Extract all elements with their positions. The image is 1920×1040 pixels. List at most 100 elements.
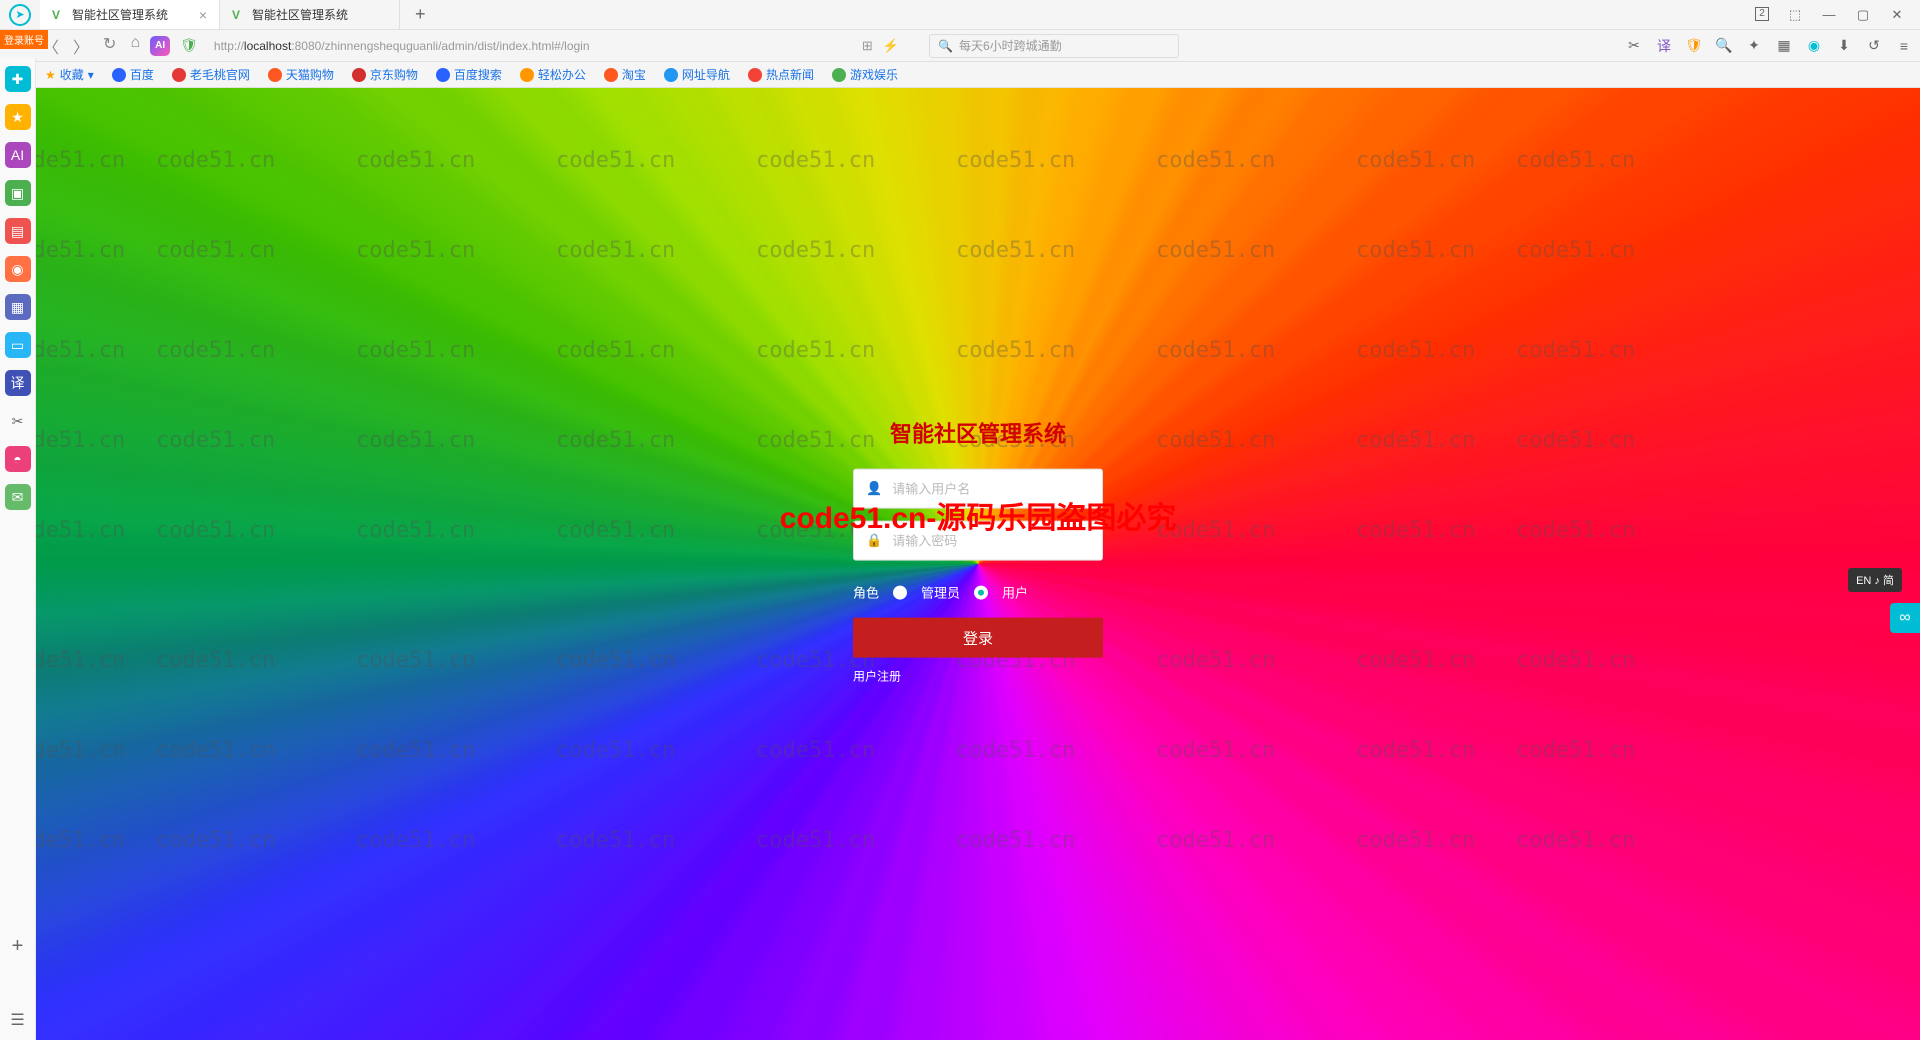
url-input[interactable]: http://localhost:8080/zhinnengshequguanl… xyxy=(208,34,848,58)
bookmark-item[interactable]: 游戏娱乐 xyxy=(832,66,898,83)
site-icon xyxy=(352,68,366,82)
bookmarks-bar: ★收藏 ▾ 百度 老毛桃官网 天猫购物 京东购物 百度搜索 轻松办公 淘宝 网址… xyxy=(0,62,1920,88)
login-button[interactable]: 登录 xyxy=(853,618,1103,658)
sidebar-app-3[interactable]: AI xyxy=(5,142,31,168)
tab-label: 智能社区管理系统 xyxy=(72,6,168,23)
sidebar-app-9[interactable]: 译 xyxy=(5,370,31,396)
username-field[interactable]: 👤 xyxy=(853,469,1103,509)
register-row: 用户注册 xyxy=(853,668,1103,685)
sidebar-app-8[interactable]: ▭ xyxy=(5,332,31,358)
lock-icon: 🔒 xyxy=(866,533,882,549)
sidebar-app-11[interactable]: ✉ xyxy=(5,484,31,510)
bookmark-item[interactable]: 百度搜索 xyxy=(436,66,502,83)
sidebar-app-4[interactable]: ▣ xyxy=(5,180,31,206)
security-icon[interactable]: 🛡 xyxy=(1686,38,1702,54)
sidebar-app-1[interactable]: ✚ xyxy=(5,66,31,92)
login-panel: 智能社区管理系统 👤 🔒 角色 管理员 用户 登录 用户注册 xyxy=(838,417,1118,685)
bookmark-item[interactable]: 百度 xyxy=(112,66,154,83)
sidebar-app-6[interactable]: ◉ xyxy=(5,256,31,282)
tab-1[interactable]: V 智能社区管理系统 × xyxy=(40,0,220,29)
bookmark-item[interactable]: 淘宝 xyxy=(604,66,646,83)
menu-icon[interactable]: ≡ xyxy=(1896,38,1912,54)
bookmark-item[interactable]: 京东购物 xyxy=(352,66,418,83)
bookmark-item[interactable]: 轻松办公 xyxy=(520,66,586,83)
site-icon xyxy=(604,68,618,82)
site-icon xyxy=(832,68,846,82)
radio-admin[interactable] xyxy=(893,585,907,599)
search-input[interactable]: 🔍 每天6小时跨城通勤 xyxy=(929,34,1179,58)
page-content: code51.cncode51.cncode51.cncode51.cncode… xyxy=(36,88,1920,1040)
bookmark-item[interactable]: 天猫购物 xyxy=(268,66,334,83)
bookmark-item[interactable]: 网址导航 xyxy=(664,66,730,83)
login-account-tag[interactable]: 登录账号 xyxy=(0,30,48,49)
sidebar-app-7[interactable]: ▦ xyxy=(5,294,31,320)
star-icon: ★ xyxy=(45,68,56,82)
site-icon xyxy=(172,68,186,82)
sidebar-app-10[interactable]: ◓ xyxy=(5,446,31,472)
url-host: localhost xyxy=(244,39,291,53)
vue-icon: V xyxy=(232,8,246,22)
tab-count-badge[interactable]: 2 xyxy=(1755,7,1769,21)
puzzle-icon[interactable]: ✦ xyxy=(1746,38,1762,54)
sidebar-scissors[interactable]: ✂ xyxy=(5,408,31,434)
skin-icon[interactable]: ⬚ xyxy=(1787,7,1803,23)
maximize-button[interactable]: ▢ xyxy=(1855,7,1871,23)
toolbar-icons: ✂ 译 🛡 🔍 ✦ ▦ ◉ ⬇ ↺ ≡ xyxy=(1626,38,1912,54)
qr-icon[interactable]: ⊞ xyxy=(862,38,873,54)
ai-icon[interactable]: AI xyxy=(150,36,170,56)
tab-label: 智能社区管理系统 xyxy=(252,6,348,23)
role-label: 角色 xyxy=(853,583,879,602)
site-icon xyxy=(520,68,534,82)
sidebar-add-button[interactable]: + xyxy=(12,935,24,958)
role-user-label: 用户 xyxy=(1002,583,1028,602)
reload-button[interactable]: ↻ xyxy=(103,34,116,58)
history-icon[interactable]: ↺ xyxy=(1866,38,1882,54)
shield-icon[interactable]: 🛡 xyxy=(180,37,198,54)
password-input[interactable] xyxy=(892,533,1090,548)
home-button[interactable]: ⌂ xyxy=(130,34,140,58)
zoom-icon[interactable]: 🔍 xyxy=(1716,38,1732,54)
bookmark-item[interactable]: 热点新闻 xyxy=(748,66,814,83)
close-button[interactable]: ✕ xyxy=(1889,7,1905,23)
site-icon xyxy=(112,68,126,82)
browser-tabs: V 智能社区管理系统 × V 智能社区管理系统 + xyxy=(40,0,441,29)
register-link[interactable]: 用户注册 xyxy=(853,670,901,684)
new-tab-button[interactable]: + xyxy=(400,0,441,29)
search-placeholder: 每天6小时跨城通勤 xyxy=(959,37,1062,54)
browser-logo: ➤ xyxy=(0,4,40,26)
minimize-button[interactable]: — xyxy=(1821,7,1837,23)
sidebar-app-5[interactable]: ▤ xyxy=(5,218,31,244)
sidebar: ✚ ★ AI ▣ ▤ ◉ ▦ ▭ 译 ✂ ◓ ✉ + ☰ xyxy=(0,58,36,1040)
download-icon[interactable]: ⬇ xyxy=(1836,38,1852,54)
window-controls: 2 ⬚ — ▢ ✕ xyxy=(1755,7,1920,23)
password-field[interactable]: 🔒 xyxy=(853,521,1103,561)
url-scheme: http:// xyxy=(214,39,244,53)
flash-icon[interactable]: ⚡ xyxy=(883,38,899,54)
refresh-icon[interactable]: ◉ xyxy=(1806,38,1822,54)
url-path: :8080/zhinnengshequguanli/admin/dist/ind… xyxy=(291,39,589,53)
role-admin-label: 管理员 xyxy=(921,583,960,602)
sidebar-menu-icon[interactable]: ☰ xyxy=(10,1010,24,1030)
bookmark-item[interactable]: 老毛桃官网 xyxy=(172,66,250,83)
sidebar-app-2[interactable]: ★ xyxy=(5,104,31,130)
scissors-icon[interactable]: ✂ xyxy=(1626,38,1642,54)
share-button[interactable]: ∞ xyxy=(1890,603,1920,633)
radio-user[interactable] xyxy=(974,585,988,599)
login-title: 智能社区管理系统 xyxy=(890,417,1066,449)
address-bar: 〈 〉 ↻ ⌂ AI 🛡 http://localhost:8080/zhinn… xyxy=(0,30,1920,62)
forward-button[interactable]: 〉 xyxy=(73,34,89,58)
title-bar: ➤ V 智能社区管理系统 × V 智能社区管理系统 + 2 ⬚ — ▢ ✕ xyxy=(0,0,1920,30)
user-icon: 👤 xyxy=(866,481,882,497)
translate-icon[interactable]: 译 xyxy=(1656,38,1672,54)
role-selector: 角色 管理员 用户 xyxy=(853,583,1103,602)
language-switcher[interactable]: EN ♪ 简 xyxy=(1848,568,1902,592)
bookmark-favorites[interactable]: ★收藏 ▾ xyxy=(45,66,94,83)
close-icon[interactable]: × xyxy=(199,7,207,23)
site-icon xyxy=(268,68,282,82)
tab-2[interactable]: V 智能社区管理系统 xyxy=(220,0,400,29)
username-input[interactable] xyxy=(892,481,1090,496)
site-icon xyxy=(748,68,762,82)
site-icon xyxy=(664,68,678,82)
grid-icon[interactable]: ▦ xyxy=(1776,38,1792,54)
vue-icon: V xyxy=(52,8,66,22)
